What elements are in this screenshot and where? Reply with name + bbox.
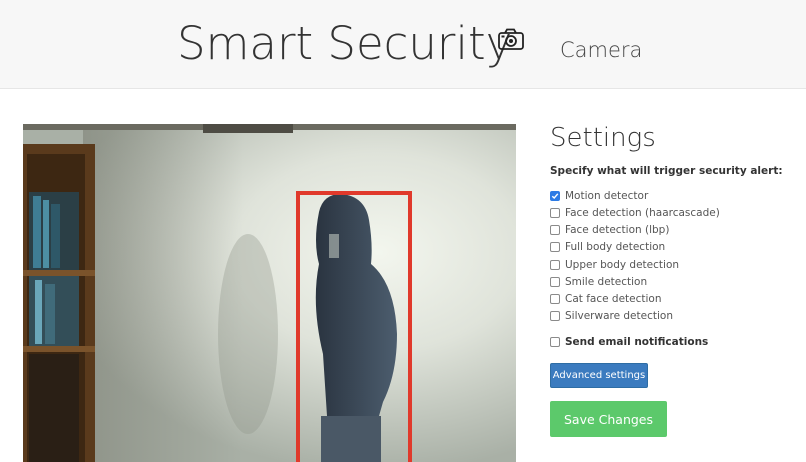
checkbox-silverware-detection[interactable] bbox=[550, 311, 560, 321]
checkbox-upper-body-detection[interactable] bbox=[550, 260, 560, 270]
camera-feed-image bbox=[23, 124, 516, 462]
advanced-settings-button[interactable]: Advanced settings bbox=[550, 363, 648, 388]
settings-description: Specify what will trigger security alert… bbox=[550, 165, 783, 177]
option-label: Upper body detection bbox=[565, 259, 680, 271]
option-label: Full body detection bbox=[565, 241, 666, 253]
checkbox-face-detection-haarcascade[interactable] bbox=[550, 208, 560, 218]
email-notifications-label: Send email notifications bbox=[565, 336, 709, 348]
email-notifications-option[interactable]: Send email notifications bbox=[550, 335, 708, 349]
camera-icon bbox=[497, 27, 525, 51]
option-label: Silverware detection bbox=[565, 310, 673, 322]
checkbox-face-detection-lbp[interactable] bbox=[550, 225, 560, 235]
option-label: Smile detection bbox=[565, 276, 648, 288]
checkbox-motion-detector[interactable] bbox=[550, 191, 560, 201]
page-title: Smart Security bbox=[177, 17, 513, 70]
option-full-body-detection[interactable]: Full body detection bbox=[550, 240, 665, 254]
camera-feed bbox=[23, 124, 516, 462]
option-smile-detection[interactable]: Smile detection bbox=[550, 275, 647, 289]
option-motion-detector[interactable]: Motion detector bbox=[550, 189, 648, 203]
settings-panel: Settings Specify what will trigger secur… bbox=[550, 120, 800, 437]
option-face-detection-lbp[interactable]: Face detection (lbp) bbox=[550, 223, 669, 237]
page-header: Smart Security Camera bbox=[0, 0, 806, 89]
option-silverware-detection[interactable]: Silverware detection bbox=[550, 309, 673, 323]
email-notifications-checkbox[interactable] bbox=[550, 337, 560, 347]
checkbox-smile-detection[interactable] bbox=[550, 277, 560, 287]
option-label: Motion detector bbox=[565, 190, 649, 202]
settings-title: Settings bbox=[550, 123, 656, 153]
save-changes-button[interactable]: Save Changes bbox=[550, 401, 667, 437]
option-face-detection-haarcascade[interactable]: Face detection (haarcascade) bbox=[550, 206, 720, 220]
page-subtitle: Camera bbox=[560, 38, 643, 62]
option-label: Cat face detection bbox=[565, 293, 662, 305]
checkbox-cat-face-detection[interactable] bbox=[550, 294, 560, 304]
checkbox-full-body-detection[interactable] bbox=[550, 242, 560, 252]
option-label: Face detection (haarcascade) bbox=[565, 207, 720, 219]
option-cat-face-detection[interactable]: Cat face detection bbox=[550, 292, 662, 306]
option-label: Face detection (lbp) bbox=[565, 224, 670, 236]
option-upper-body-detection[interactable]: Upper body detection bbox=[550, 258, 679, 272]
